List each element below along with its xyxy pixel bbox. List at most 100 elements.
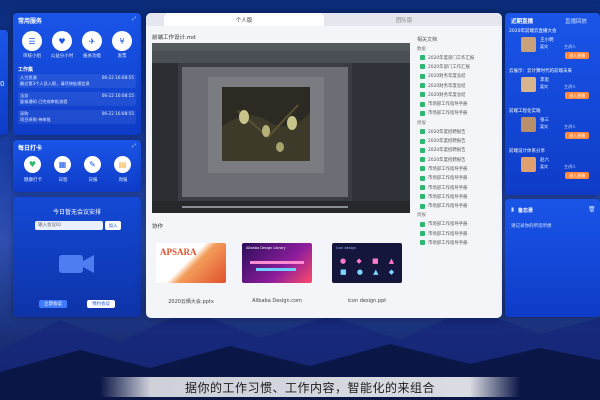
- book-meeting-button[interactable]: 预约会议: [87, 300, 115, 308]
- related-doc-item[interactable]: 市场部工作指导手册: [414, 220, 500, 229]
- related-doc-item[interactable]: 2020年度招聘报告: [414, 127, 500, 136]
- related-doc-item[interactable]: 2020年度部门工作汇报: [414, 53, 500, 62]
- health-checkin-icon[interactable]: ♥: [24, 156, 41, 173]
- task-text: 最近第3个人员入职，请尽快处理信息: [20, 81, 90, 86]
- doc-icon: [420, 110, 425, 116]
- related-doc-item[interactable]: 市场部工作指导手册: [414, 238, 500, 247]
- thumb-alibaba-design[interactable]: Alibaba Design Library: [242, 243, 312, 283]
- trash-icon[interactable]: 🗑: [588, 206, 596, 213]
- video-camera-icon: [59, 255, 94, 273]
- enter-live-button[interactable]: 进入直播: [565, 52, 589, 59]
- related-doc-item[interactable]: 2020年度招聘报告: [414, 136, 500, 145]
- doc-icon: [420, 203, 425, 209]
- service-label: 报关功能: [83, 54, 101, 59]
- doc-icon: [420, 64, 425, 70]
- enter-live-button[interactable]: 进入直播: [565, 132, 589, 139]
- checkin-label: 健康打卡: [24, 178, 42, 183]
- doc-icon: [420, 147, 425, 153]
- doc-icon: [420, 166, 425, 172]
- service-icon-audit[interactable]: ☰: [22, 31, 42, 51]
- related-doc-item[interactable]: 市场部工作指导手册: [414, 99, 500, 108]
- timeline-track: [182, 206, 348, 208]
- document-preview[interactable]: [152, 43, 410, 213]
- bookmark-icon: ▮: [511, 207, 515, 213]
- doc-icon: [420, 92, 425, 98]
- meeting-id-input[interactable]: 输入会议ID: [35, 221, 103, 230]
- notes-title: 备忘录: [518, 208, 534, 214]
- thumb-caption: 2020云栖大会.pptx: [168, 299, 214, 305]
- live-item[interactable]: 2020年前端云直播大会 王小明 嘉宾 主讲人 进入直播: [509, 28, 597, 66]
- service-icon-charity[interactable]: ♥: [52, 31, 72, 51]
- checkin-label: 日程: [58, 178, 68, 183]
- enter-live-button[interactable]: 进入直播: [565, 172, 589, 179]
- doc-icon: [420, 129, 425, 135]
- related-doc-item[interactable]: 市场部工作指导手册: [414, 109, 500, 118]
- avatar: [521, 117, 536, 132]
- tab-team[interactable]: 团队版: [324, 13, 484, 26]
- live-role: 主讲人: [564, 164, 576, 169]
- live-item[interactable]: 云展示：云计算时代的前端未来 李思 嘉宾 主讲人 进入直播: [509, 68, 597, 106]
- doc-icon: [420, 240, 425, 246]
- section-title: 协作: [152, 224, 164, 230]
- meeting-title: 今日暂无会议安排: [52, 209, 101, 216]
- service-label: 公益分小时: [50, 54, 74, 59]
- related-doc-item[interactable]: 市场部工作指导手册: [414, 183, 500, 192]
- preview-menubar: [152, 43, 410, 51]
- related-doc-item[interactable]: 市场部工作指导手册: [414, 174, 500, 183]
- schedule-icon[interactable]: ▦: [54, 156, 71, 173]
- start-meeting-button[interactable]: 立即会议: [39, 300, 67, 308]
- task-item[interactable]: 法务 06-22 16:08:55 复核通知 已完成审批流程: [18, 92, 136, 106]
- preview-left-panel: [152, 63, 178, 201]
- related-doc-item[interactable]: 2020财务年度总结: [414, 72, 500, 81]
- live-item[interactable]: 前端工程化实践 张三 嘉宾 主讲人 进入直播: [509, 108, 597, 146]
- tab-live-replay[interactable]: 直播回放: [565, 17, 587, 25]
- doc-label: 2020财务年度总结: [428, 74, 466, 80]
- expand-icon[interactable]: ⤢: [132, 143, 136, 149]
- thumb-apsara[interactable]: APSARA: [156, 243, 226, 283]
- service-icon-customs[interactable]: ✈: [82, 31, 102, 51]
- task-item[interactable]: 人力资源 06-22 16:08:55 最近第3个人员入职，请尽快处理信息: [18, 74, 136, 88]
- task-text: 复核通知 已完成审批流程: [20, 99, 68, 104]
- live-role: 嘉宾: [540, 84, 548, 89]
- notes-panel: ▮ 备忘录 🗑 请记录你的所思所想: [505, 199, 600, 317]
- related-doc-item[interactable]: 2020年度招聘报告: [414, 155, 500, 164]
- live-title: 2020年前端云直播大会: [509, 29, 557, 34]
- related-doc-item[interactable]: 2020年部门工作汇报: [414, 62, 500, 71]
- service-icon-invoice[interactable]: ¥: [112, 31, 132, 51]
- doc-label: 市场部工作指导手册: [428, 231, 468, 237]
- related-doc-item[interactable]: 市场部工作指导手册: [414, 164, 500, 173]
- avatar: [521, 157, 536, 172]
- notes-input[interactable]: 请记录你的所思所想: [511, 223, 552, 229]
- task-item[interactable]: 采购 06-22 16:08:55 项目采购 待审批: [18, 110, 136, 124]
- live-title: 云展示：云计算时代的前端未来: [509, 69, 572, 74]
- left-edge-number: 0: [0, 80, 5, 88]
- thumb-icon-design[interactable]: icon design ● ◆ ■ ▲ ■ ● ▲ ◆: [332, 243, 402, 283]
- related-doc-item[interactable]: 市场部工作指导手册: [414, 201, 500, 210]
- related-doc-item[interactable]: 市场部工作指导手册: [414, 229, 500, 238]
- join-button[interactable]: 加入: [105, 221, 121, 230]
- expand-icon[interactable]: ⤢: [132, 16, 136, 22]
- doc-icon: [420, 83, 425, 89]
- avatar: [521, 37, 536, 52]
- task-who: 采购: [20, 111, 29, 116]
- weekly-report-icon[interactable]: ▤: [114, 156, 131, 173]
- live-item[interactable]: 前端设计体系分享 赵六 嘉宾 主讲人 进入直播: [509, 148, 597, 186]
- doc-icon: [420, 194, 425, 200]
- live-title: 前端工程化实践: [509, 109, 541, 114]
- doc-label: 市场部工作指导手册: [428, 176, 468, 182]
- meeting-panel: 今日暂无会议安排 输入会议ID 加入 立即会议 预约会议: [13, 197, 141, 317]
- related-doc-item[interactable]: 2020年度招聘报告: [414, 146, 500, 155]
- daily-report-icon[interactable]: ✎: [84, 156, 101, 173]
- task-time: 06-22 16:08:55: [101, 75, 134, 80]
- doc-icon: [420, 221, 425, 227]
- preview-right-panel: [352, 63, 410, 201]
- related-doc-item[interactable]: 2020财务年度总结: [414, 90, 500, 99]
- tab-personal[interactable]: 个人版: [164, 13, 324, 26]
- task-time: 06-22 16:08:55: [101, 111, 134, 116]
- doc-icon: [420, 175, 425, 181]
- doc-label: 市场部工作指导手册: [428, 111, 468, 117]
- tab-upcoming-live[interactable]: 近期直播: [511, 17, 533, 25]
- enter-live-button[interactable]: 进入直播: [565, 92, 589, 99]
- related-doc-item[interactable]: 市场部工作指导手册: [414, 192, 500, 201]
- related-doc-item[interactable]: 2020财务年度总结: [414, 81, 500, 90]
